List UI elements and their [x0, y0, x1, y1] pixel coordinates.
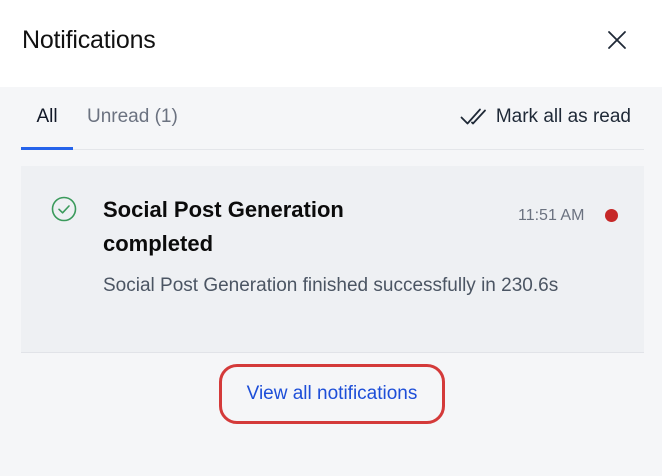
tabs-bar: All Unread (1) Mark all as read	[21, 96, 644, 150]
unread-indicator	[605, 209, 618, 222]
close-button[interactable]	[600, 23, 634, 57]
double-check-icon	[460, 108, 486, 125]
notification-title: Social Post Generation completed	[103, 197, 344, 256]
notification-time: 11:51 AM	[518, 207, 585, 224]
view-all-notifications-link[interactable]: View all notifications	[247, 383, 418, 405]
notification-item[interactable]: Social Post Generation completed 11:51 A…	[21, 166, 644, 353]
view-all-highlight: View all notifications	[219, 364, 445, 424]
mark-all-read-button[interactable]: Mark all as read	[460, 96, 631, 138]
tab-all[interactable]: All	[21, 96, 73, 150]
page-title: Notifications	[22, 26, 156, 54]
notification-body: Social Post Generation finished successf…	[103, 275, 559, 296]
close-icon	[608, 31, 626, 49]
tab-unread[interactable]: Unread (1)	[87, 96, 178, 149]
notifications-panel: Notifications All Unread (1) Mark all as…	[0, 0, 662, 476]
check-circle-icon	[51, 196, 77, 222]
panel-header: Notifications	[0, 0, 662, 87]
mark-all-read-label: Mark all as read	[495, 106, 631, 127]
